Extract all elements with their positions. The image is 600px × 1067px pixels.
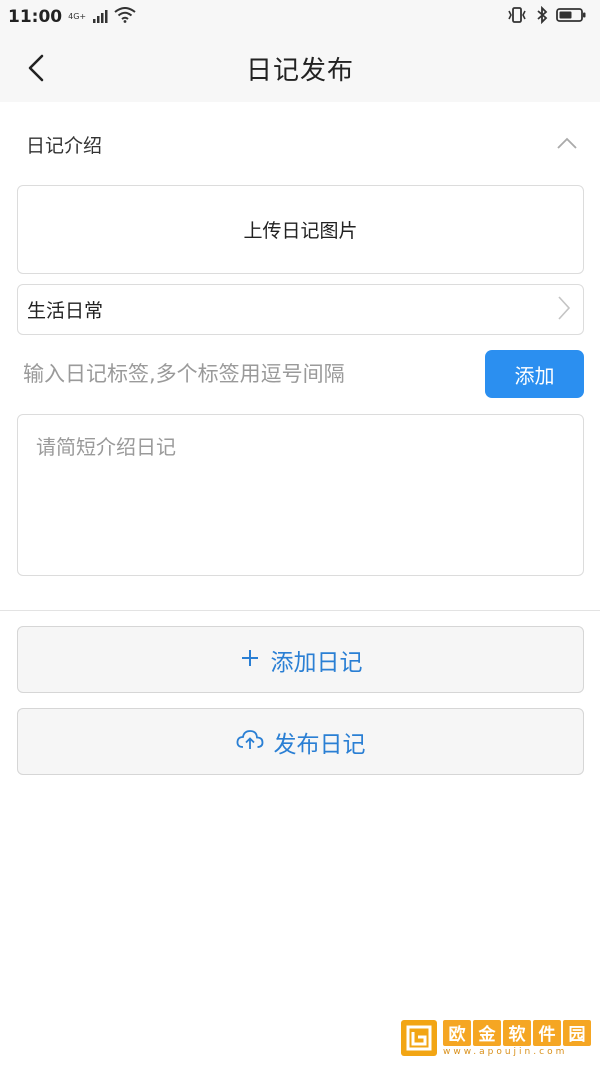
intro-textarea[interactable]: [17, 414, 584, 576]
watermark-char: 欧: [443, 1019, 471, 1046]
nav-bar: 日记发布: [0, 34, 600, 102]
watermark-logo-icon: [401, 1020, 437, 1056]
chevron-up-icon[interactable]: [556, 135, 578, 154]
watermark-char: 园: [563, 1019, 591, 1046]
back-button[interactable]: [18, 50, 54, 86]
section-header[interactable]: 日记介绍: [0, 102, 600, 186]
add-tag-button[interactable]: 添加: [485, 350, 584, 398]
upload-images-label: 上传日记图片: [243, 220, 358, 242]
watermark: 欧 金 软 件 园 www.apoujin.com: [401, 1018, 593, 1058]
plus-icon: [239, 647, 261, 673]
upload-images-box[interactable]: 上传日记图片: [17, 185, 584, 274]
cloud-upload-icon: [236, 729, 264, 755]
bluetooth-icon: [536, 5, 548, 28]
publish-diary-label: 发布日记: [273, 731, 366, 758]
battery-icon: [556, 7, 586, 27]
page-title: 日记发布: [245, 55, 354, 86]
watermark-title: 欧 金 软 件 园: [443, 1019, 591, 1046]
watermark-subtitle: www.apoujin.com: [443, 1046, 568, 1057]
divider: [0, 610, 600, 611]
vibrate-icon: [506, 6, 528, 28]
tag-input[interactable]: [23, 350, 473, 398]
status-time: 11:00: [8, 7, 63, 27]
add-diary-label: 添加日记: [270, 649, 363, 676]
category-value: 生活日常: [27, 300, 104, 322]
watermark-char: 软: [503, 1019, 531, 1046]
section-title: 日记介绍: [26, 134, 103, 157]
network-type-label: 4G+: [68, 12, 87, 21]
back-arrow-icon: [28, 54, 44, 82]
status-bar: 11:00 4G+: [0, 0, 600, 34]
status-right: [506, 5, 586, 28]
add-diary-button[interactable]: 添加日记: [17, 626, 584, 693]
chevron-right-icon: [557, 295, 571, 325]
publish-diary-button[interactable]: 发布日记: [17, 708, 584, 775]
tag-row: 添加: [17, 350, 584, 398]
wifi-icon: [114, 7, 136, 27]
watermark-char: 件: [533, 1019, 561, 1046]
watermark-text: 欧 金 软 件 园 www.apoujin.com: [443, 1019, 591, 1057]
status-left: 11:00 4G+: [8, 7, 136, 27]
watermark-char: 金: [473, 1019, 501, 1046]
signal-icon: [92, 8, 108, 27]
category-select[interactable]: 生活日常: [17, 284, 584, 335]
